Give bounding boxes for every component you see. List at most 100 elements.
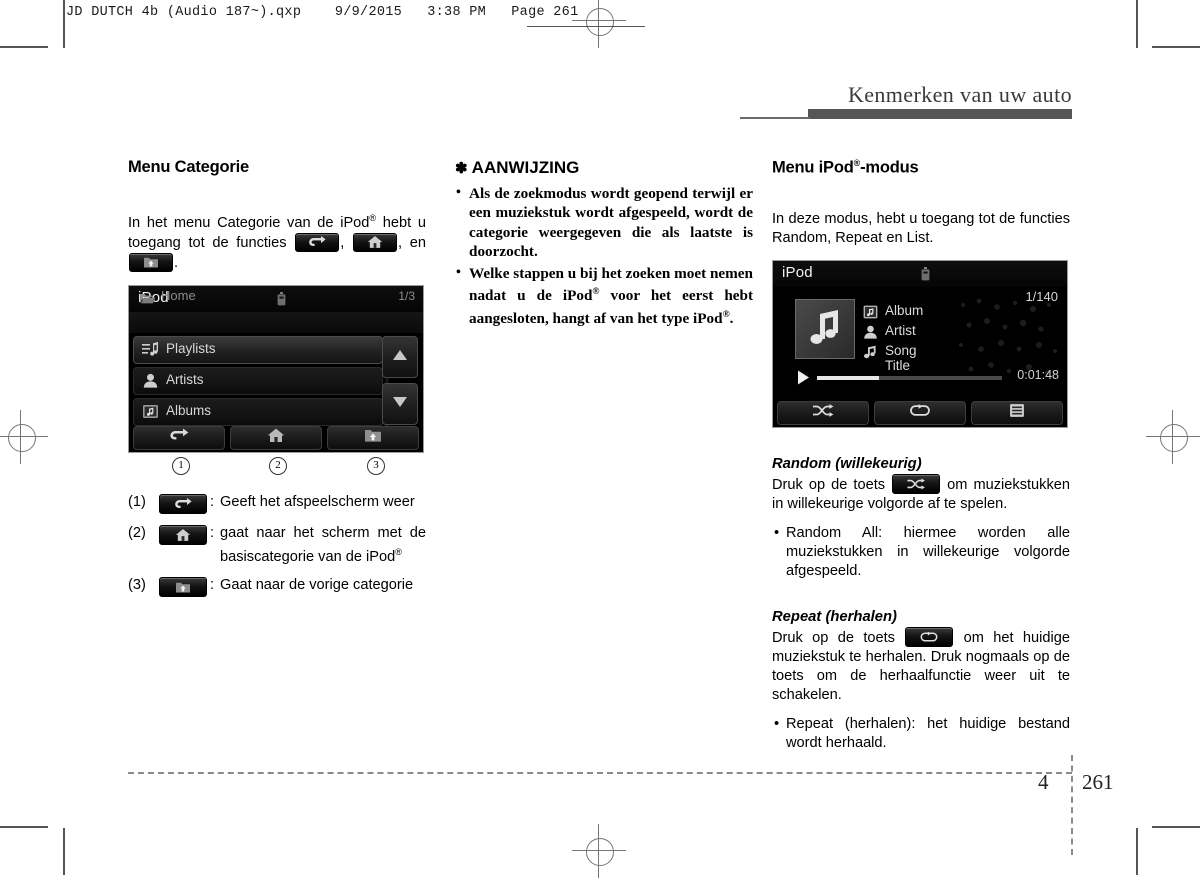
- home-button[interactable]: [230, 425, 322, 450]
- folder-up-button[interactable]: [327, 425, 419, 450]
- back-arrow-icon: [168, 428, 190, 447]
- list-icon: [1010, 403, 1025, 422]
- left-intro-text-5: .: [174, 254, 179, 271]
- crop-mark-bottom-right-h: [1152, 826, 1200, 828]
- metadata-label: Artist: [885, 322, 916, 338]
- footer-divider: [128, 772, 1072, 774]
- list-button[interactable]: [971, 400, 1063, 425]
- legend-description: Gaat naar de vorige categorie: [220, 576, 414, 593]
- metadata-label: Album: [885, 302, 924, 318]
- track-counter: 1/140: [1025, 288, 1058, 304]
- page-indicator: 1/3: [398, 288, 415, 303]
- legend-item-2: (2) : gaat naar het scherm met de basisc…: [128, 524, 426, 567]
- scroll-up-button[interactable]: [382, 335, 418, 378]
- screen-button-bar: [773, 399, 1067, 427]
- back-arrow-icon[interactable]: [295, 232, 340, 252]
- legend-key-cell: [158, 576, 210, 598]
- breadcrumb-row: [129, 311, 423, 333]
- list-item-label: Playlists: [166, 340, 216, 356]
- album-art: [795, 298, 855, 359]
- shuffle-icon[interactable]: [892, 473, 941, 494]
- repeat-text-before: Druk op de toets: [772, 629, 905, 646]
- crop-mark-top-left-v: [63, 0, 65, 48]
- registered-mark-4: ®: [722, 309, 730, 320]
- triangle-down-icon: [392, 395, 408, 413]
- running-head-title: Kenmerken van uw auto: [847, 82, 1072, 107]
- registered-mark-3: ®: [592, 287, 600, 298]
- song-icon: [863, 345, 878, 364]
- right-heading-part2: -modus: [860, 158, 919, 177]
- list-item-label: Albums: [166, 402, 212, 418]
- progress-bar-fill: [817, 375, 879, 380]
- album-icon: [142, 404, 159, 424]
- folder-up-icon[interactable]: [159, 576, 207, 597]
- folder-up-icon: [364, 428, 382, 448]
- category-list: Playlists Artists Albums: [133, 335, 383, 429]
- bullet-item: Repeat (herhalen): het huidige bestand w…: [772, 715, 1070, 753]
- note-item-text-c: .: [729, 309, 734, 327]
- ipod-player-screen: iPod 1/140 Album Artist Song Title 0:01:…: [772, 259, 1068, 428]
- registered-mark-2: ®: [395, 546, 402, 557]
- home-icon[interactable]: [159, 524, 207, 545]
- list-item[interactable]: Playlists: [133, 335, 383, 364]
- legend-item-3: (3) : Gaat naar de vorige categorie: [128, 576, 426, 598]
- legend-colon: :: [210, 493, 215, 510]
- list-item-label: Artists: [166, 371, 204, 387]
- screen-title: iPod: [782, 263, 813, 281]
- right-column: Menu iPod®-modus In deze modus, hebt u t…: [772, 158, 1070, 753]
- folder-up-icon[interactable]: [129, 252, 173, 272]
- left-intro-paragraph: In het menu Categorie van de iPod® hebt …: [128, 209, 426, 273]
- repeat-button[interactable]: [874, 400, 966, 425]
- left-intro-text-4: , en: [398, 234, 426, 251]
- crop-mark-top-right-v: [1136, 0, 1138, 48]
- shuffle-icon: [812, 403, 834, 422]
- home-icon: [267, 428, 285, 448]
- crop-mark-bottom-left-h: [0, 826, 48, 828]
- subheading-repeat: Repeat (herhalen): [772, 608, 897, 625]
- legend-number: (3): [128, 576, 146, 593]
- ipod-category-screen: iPod Home 1/3 Playlists Artists Albums: [128, 284, 424, 453]
- repeat-icon[interactable]: [905, 626, 954, 647]
- callout-3: 3: [367, 456, 385, 475]
- right-intro-paragraph: In deze modus, hebt u toegang tot de fun…: [772, 210, 1070, 246]
- repeat-icon: [909, 403, 931, 422]
- crop-mark-top-left-h: [0, 46, 48, 48]
- random-paragraph: Druk op de toets om muziekstukken in wil…: [772, 473, 1070, 514]
- triangle-up-icon: [392, 348, 408, 366]
- list-item[interactable]: Albums: [133, 397, 383, 426]
- scroll-down-button[interactable]: [382, 382, 418, 425]
- legend-number: (2): [128, 524, 146, 541]
- legend-key-cell: [158, 493, 210, 515]
- repeat-bullet-list: Repeat (herhalen): het huidige bestand w…: [772, 715, 1070, 753]
- crop-mark-bottom-left-v: [63, 828, 65, 875]
- running-head-bar: [808, 109, 1072, 119]
- legend-description-text: gaat naar het scherm met de basiscategor…: [220, 524, 426, 565]
- artist-icon: [142, 373, 159, 393]
- asterisk-icon: ✽: [455, 160, 468, 177]
- back-button[interactable]: [133, 425, 225, 450]
- note-heading: ✽ AANWIJZING: [455, 158, 753, 178]
- footer-chapter-number: 4: [1038, 770, 1049, 794]
- shuffle-button[interactable]: [777, 400, 869, 425]
- play-icon[interactable]: [797, 370, 810, 390]
- back-arrow-icon[interactable]: [159, 493, 207, 514]
- right-heading-part1: Menu iPod: [772, 158, 854, 177]
- list-item[interactable]: Artists: [133, 366, 383, 395]
- legend-list: (1) : Geeft het afspeelscherm weer (2) :…: [128, 493, 426, 598]
- legend-colon: :: [210, 524, 215, 541]
- running-head-rule: [740, 117, 810, 119]
- playback-progress-row: 0:01:48: [773, 367, 1067, 389]
- screen-topbar: [773, 260, 1067, 287]
- progress-bar[interactable]: [817, 375, 1002, 380]
- callout-row: 1 2 3: [128, 453, 424, 479]
- usb-device-icon: [277, 291, 286, 311]
- breadcrumb-label: Home: [161, 287, 196, 303]
- usb-device-icon: [921, 266, 930, 286]
- crop-mark-bottom-right-v: [1136, 828, 1138, 875]
- home-icon[interactable]: [353, 232, 398, 252]
- note-item: Als de zoekmodus wordt geopend terwijl e…: [455, 183, 753, 262]
- legend-item-1: (1) : Geeft het afspeelscherm weer: [128, 493, 426, 515]
- legend-key-cell: [158, 524, 210, 567]
- left-intro-text-1: In het menu Categorie van de iPod: [128, 214, 370, 231]
- callout-1: 1: [172, 456, 190, 475]
